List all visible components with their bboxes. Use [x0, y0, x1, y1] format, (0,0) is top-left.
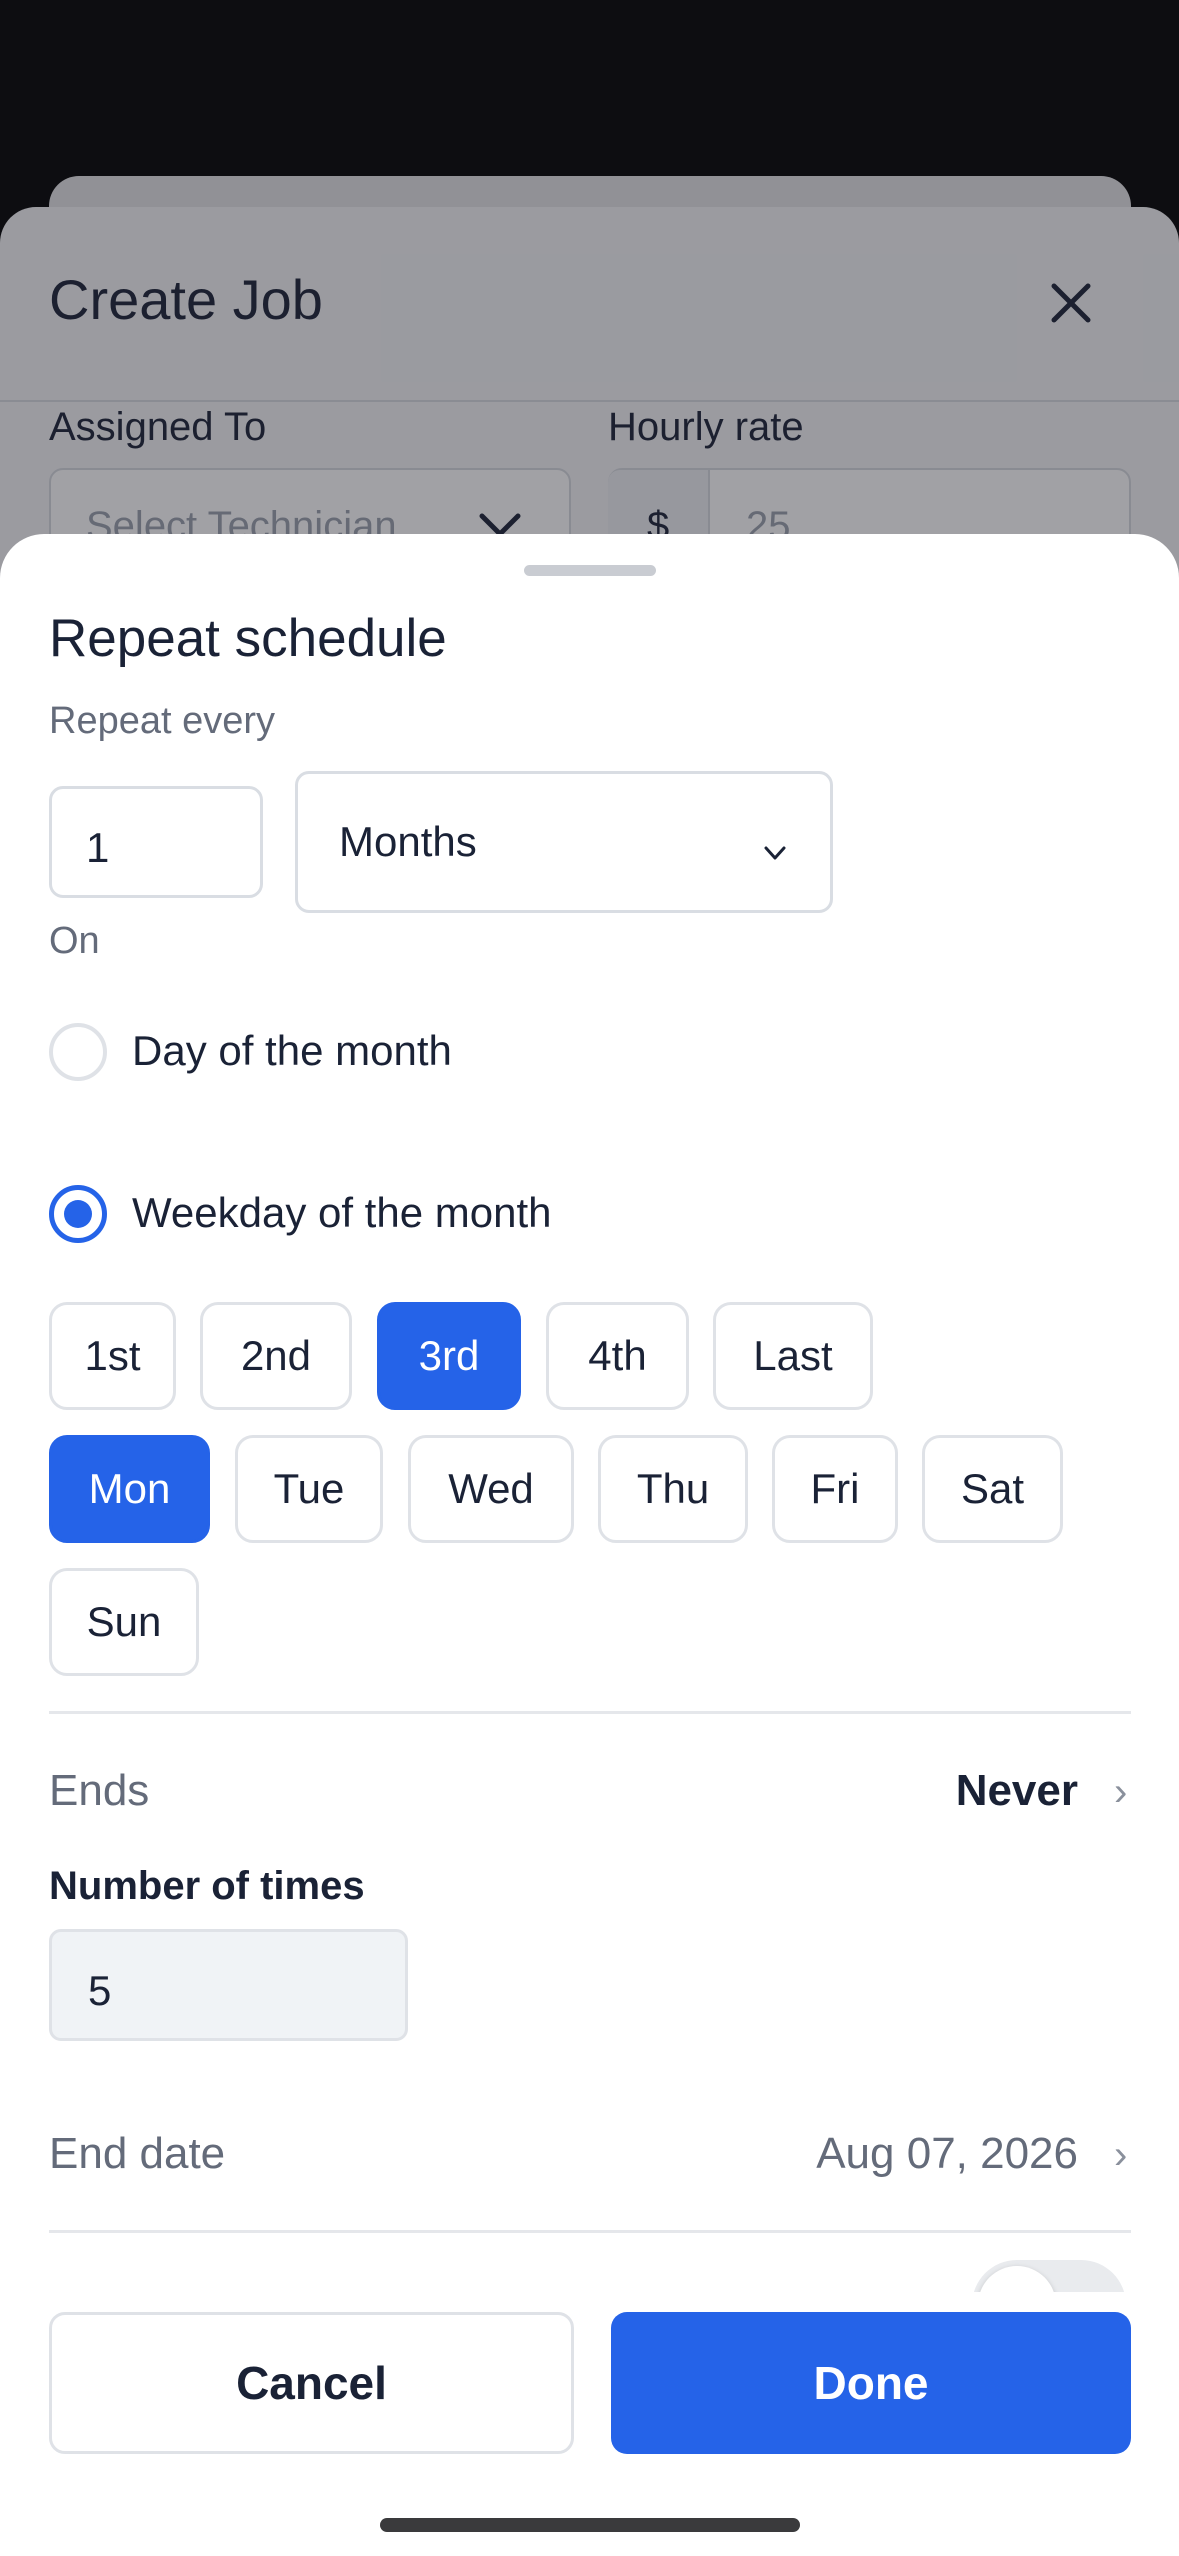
- skip-holidays-row-clipped: [0, 2256, 1179, 2292]
- weekday-of-month-label[interactable]: Weekday of the month: [132, 1189, 551, 1237]
- home-indicator: [380, 2518, 800, 2532]
- divider: [49, 2230, 1131, 2233]
- weekday-sat-chip[interactable]: Sat: [922, 1435, 1063, 1543]
- ordinal-2nd-chip[interactable]: 2nd: [200, 1302, 352, 1410]
- done-button[interactable]: Done: [611, 2312, 1131, 2454]
- end-date-label: End date: [49, 2129, 226, 2178]
- ends-value[interactable]: Never: [956, 1766, 1078, 1816]
- number-of-times-value: 5: [88, 1967, 112, 2014]
- weekday-tue-chip[interactable]: Tue: [235, 1435, 383, 1543]
- ordinal-1st-chip[interactable]: 1st: [49, 1302, 176, 1410]
- weekday-thu-chip[interactable]: Thu: [598, 1435, 748, 1543]
- day-of-month-label[interactable]: Day of the month: [132, 1027, 452, 1075]
- repeat-every-label: Repeat every: [49, 700, 276, 742]
- on-label: On: [49, 920, 100, 962]
- chevron-right-icon[interactable]: ›: [1114, 1770, 1127, 1815]
- ordinal-3rd-chip[interactable]: 3rd: [377, 1302, 521, 1410]
- weekday-mon-chip[interactable]: Mon: [49, 1435, 210, 1543]
- sheet-title: Repeat schedule: [49, 609, 447, 668]
- weekday-sun-chip[interactable]: Sun: [49, 1568, 199, 1676]
- ordinal-last-chip[interactable]: Last: [713, 1302, 873, 1410]
- number-of-times-label: Number of times: [49, 1864, 365, 1908]
- end-date-value[interactable]: Aug 07, 2026: [816, 2129, 1078, 2179]
- weekday-wed-chip[interactable]: Wed: [408, 1435, 574, 1543]
- day-of-month-radio[interactable]: [49, 1023, 107, 1081]
- chevron-down-icon: [764, 846, 786, 860]
- interval-input[interactable]: [49, 786, 263, 898]
- weekday-of-month-radio[interactable]: [49, 1185, 107, 1243]
- ordinal-4th-chip[interactable]: 4th: [546, 1302, 689, 1410]
- chevron-right-icon[interactable]: ›: [1114, 2133, 1127, 2178]
- divider: [49, 1711, 1131, 1714]
- interval-value: 1: [86, 824, 110, 871]
- period-value: Months: [339, 818, 477, 865]
- sheet-grabber[interactable]: [524, 565, 656, 576]
- weekday-fri-chip[interactable]: Fri: [772, 1435, 898, 1543]
- ends-label: Ends: [49, 1766, 150, 1815]
- cancel-button[interactable]: Cancel: [49, 2312, 574, 2454]
